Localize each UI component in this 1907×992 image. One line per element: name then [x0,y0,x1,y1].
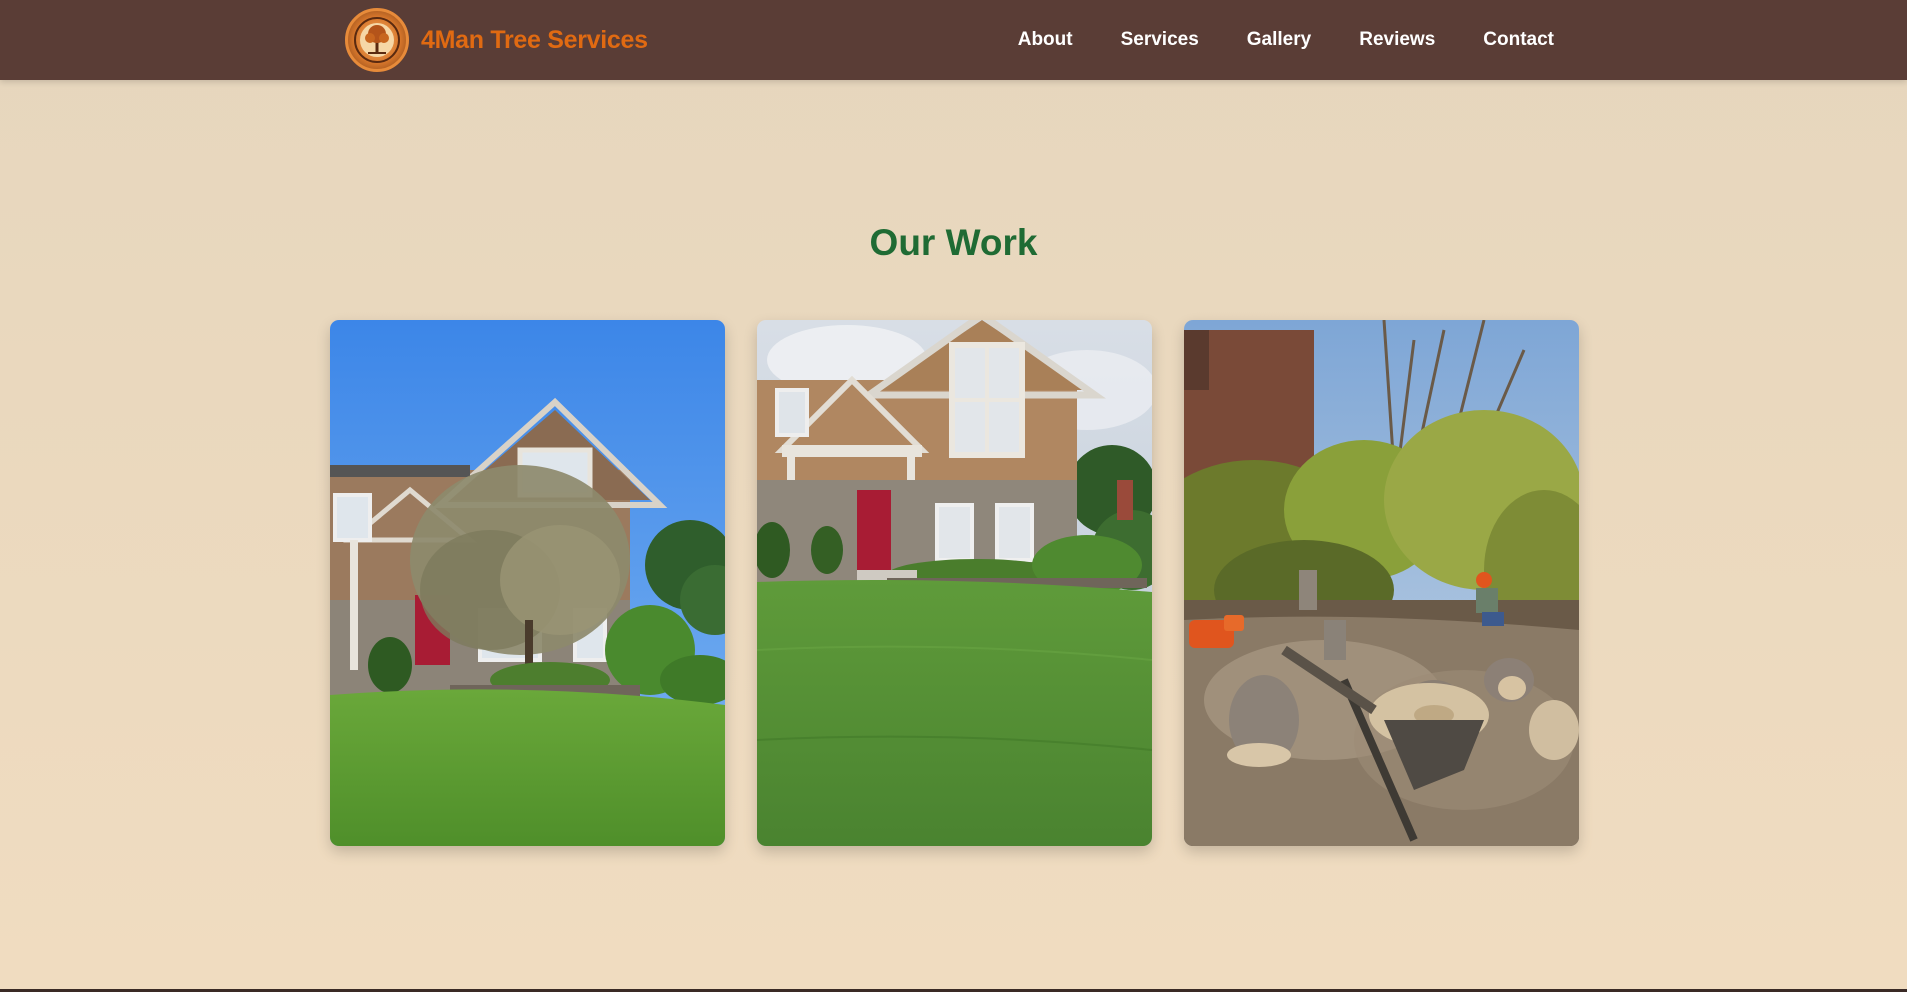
nav-link-contact[interactable]: Contact [1483,29,1554,51]
nav-link-gallery[interactable]: Gallery [1247,29,1311,51]
nav-link-about[interactable]: About [1018,29,1073,51]
brand-home-link[interactable]: 4Man Tree Services [345,7,648,73]
nav-link-reviews[interactable]: Reviews [1359,29,1435,51]
site-header: 4Man Tree Services About Services Galler… [0,0,1907,80]
gallery-photo-house-lawn[interactable] [757,320,1152,846]
gallery-grid [330,320,1579,846]
nav-link-services[interactable]: Services [1121,29,1199,51]
gallery-photo-house-with-tree[interactable] [330,320,725,846]
brand-name: 4Man Tree Services [421,25,648,54]
main-nav: About Services Gallery Reviews Contact [970,0,1554,80]
tree-emblem-icon [345,8,409,72]
gallery-photo-tree-removal[interactable] [1184,320,1579,846]
section-title: Our Work [869,222,1038,263]
